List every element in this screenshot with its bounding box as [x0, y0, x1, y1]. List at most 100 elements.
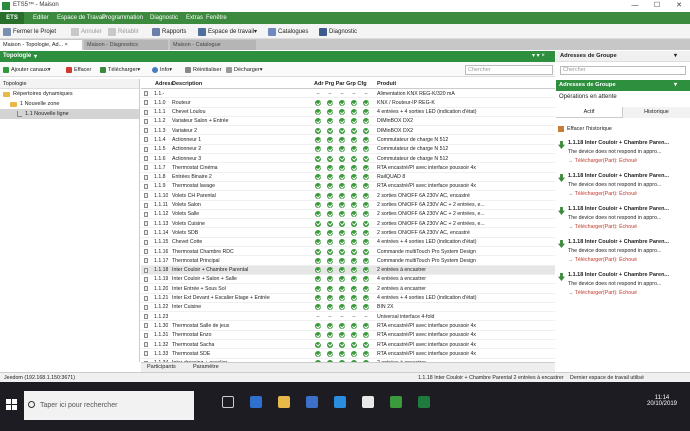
download-button[interactable]: Télécharger ▾ — [100, 65, 140, 75]
history-item[interactable]: 1.1.18 Inter Couloir + Chambre Paren... T… — [558, 206, 688, 234]
unload-button[interactable]: Décharger ▾ — [226, 65, 262, 75]
history-item[interactable]: 1.1.18 Inter Couloir + Chambre Paren... T… — [558, 140, 688, 168]
table-row[interactable]: 1.1.21 Inter Ext Devant + Escalier Etage … — [141, 294, 555, 303]
menu-extras[interactable]: Extras — [186, 12, 203, 24]
workspace-button[interactable]: Espace de travail ▾ — [198, 26, 257, 37]
group-address-title: Adresses de Groupe — [560, 53, 617, 59]
table-row[interactable]: 1.1.8 Entrées Binaire 2 RailQUAD 8 — [141, 173, 555, 182]
table-row[interactable]: 1.1.3 Variateur 2 DIMinBOX DX2 — [141, 126, 555, 136]
line-icon — [17, 111, 22, 117]
col-address[interactable]: Adress — [155, 81, 174, 87]
table-row[interactable]: 1.1.18 Inter Couloir + Chambre Parental 2 … — [141, 265, 555, 275]
table-row[interactable]: 1.1.19 Inter Couloir + Salon + Salle 4 ent… — [141, 275, 555, 285]
col-flags[interactable]: Adr Prg Par Grp Cfg — [314, 81, 367, 87]
tab-topologie[interactable]: Maison - Topologie, Ad... × — [0, 40, 82, 50]
row-product: 2 entrées à encastrer — [377, 285, 427, 292]
table-row[interactable]: 1.1.2 Variateur Salon + Entrée DIMinBOX DX… — [141, 117, 555, 127]
undo-button[interactable]: Annuler — [71, 26, 102, 37]
minimize-button[interactable]: — — [624, 0, 646, 12]
table-row[interactable]: 1.1.1 Chevet Loulou 4 entrées + 4 sorties … — [141, 108, 555, 117]
col-description[interactable]: Description — [172, 81, 202, 87]
tab-historique[interactable]: Historique — [623, 107, 690, 118]
close-window-button[interactable]: ✕ — [668, 0, 690, 12]
table-row[interactable]: 1.1.0 Routeur KNX / Routeur-IP REG-K — [141, 98, 555, 108]
diagnostic-icon — [319, 27, 327, 36]
table-row[interactable]: 1.1.31 Thermostat Enzo RTA encastré/PI ave… — [141, 331, 555, 341]
add-channels-button[interactable]: Ajouter canaux ▾ — [3, 65, 50, 75]
reset-button[interactable]: Réinitialiser — [185, 65, 221, 75]
catalogues-button[interactable]: Catalogues — [268, 26, 308, 37]
connection-status[interactable]: Jeedom (192.168.1.150:3671) — [4, 375, 75, 381]
menu-fenetre[interactable]: Fenêtre — [206, 12, 227, 24]
group-panel-menu-icon[interactable]: ▾ — [674, 53, 677, 59]
delete-button[interactable]: Effacer — [66, 65, 91, 75]
mail-icon[interactable] — [334, 396, 346, 408]
tree-node[interactable]: 1.1 Nouvelle ligne — [0, 109, 139, 119]
table-row[interactable]: 1.1.30 Thermostat Salle de jeux RTA encast… — [141, 321, 555, 331]
device-icon — [144, 351, 148, 357]
menu-editer[interactable]: Editer — [33, 12, 49, 24]
table-row[interactable]: 1.1.12 Volets Salle 2 sorties ON/OFF 6A 23… — [141, 210, 555, 220]
tab-diagnostics[interactable]: Maison - Diagnostics — [84, 40, 168, 50]
table-row[interactable]: 1.1.9 Thermostat lavage RTA encastré/PI av… — [141, 182, 555, 192]
table-row[interactable]: 1.1.4 Actionneur 1 Commutateur de charge N… — [141, 135, 555, 145]
store-icon[interactable] — [306, 396, 318, 408]
ets-menu[interactable]: ETS — [0, 12, 24, 24]
tree-nodes: Répertoires dynamiques 1 Nouvelle zone 1.1… — [0, 89, 139, 119]
table-row[interactable]: 1.1.16 Thermostat Chambre RDC Commande mul… — [141, 247, 555, 257]
tree-node[interactable]: 1 Nouvelle zone — [0, 99, 139, 109]
table-row[interactable]: 1.1.- – – – – – Alimentation KNX REG-K/320 mA — [141, 89, 555, 99]
history-item[interactable]: 1.1.18 Inter Couloir + Chambre Paren... T… — [558, 239, 688, 267]
table-row[interactable]: 1.1.15 Chevet Cotte 4 entrées + 4 sorties … — [141, 238, 555, 248]
topology-search-input[interactable]: Chercher — [465, 65, 553, 75]
menu-espace-de-travail[interactable]: Espace de Travail — [57, 12, 105, 24]
history-item[interactable]: 1.1.18 Inter Couloir + Chambre Paren... T… — [558, 173, 688, 201]
app-icon-light[interactable] — [362, 396, 374, 408]
reports-button[interactable]: Rapports — [152, 26, 186, 37]
taskbar-search-input[interactable]: Taper ici pour rechercher — [24, 391, 194, 420]
tree-node[interactable]: Répertoires dynamiques — [0, 89, 139, 99]
table-row[interactable]: 1.1.5 Actionneur 2 Commutateur de charge N… — [141, 145, 555, 155]
tab-catalogue[interactable]: Maison - Catalogue — [170, 40, 256, 50]
table-row[interactable]: 1.1.22 Inter Cuisine BIN 2X — [141, 303, 555, 313]
menu-diagnostic[interactable]: Diagnostic — [150, 12, 178, 24]
table-row[interactable]: 1.1.6 Actionneur 3 Commutateur de charge N… — [141, 154, 555, 164]
info-button[interactable]: Info ▾ — [152, 65, 172, 75]
col-product[interactable]: Produit — [377, 81, 396, 87]
table-row[interactable]: 1.1.11 Volets Salon 2 sorties ON/OFF 6A 23… — [141, 201, 555, 210]
taskbar-clock[interactable]: 11:14 20/10/2019 — [642, 395, 682, 407]
menu-programmation[interactable]: Programmation — [102, 12, 143, 24]
row-description: Thermostat Salle de jeux — [172, 322, 230, 329]
table-row[interactable]: 1.1.20 Inter Entrée + Sous Sol 2 entrées à… — [141, 284, 555, 294]
check-icon — [315, 229, 321, 236]
ets-taskbar-icon[interactable] — [390, 396, 402, 408]
device-icon — [144, 314, 148, 320]
clear-history-button[interactable]: Effacer l'historique — [558, 124, 612, 134]
table-row[interactable]: 1.1.23 – – – – – Universal interface 4-fold — [141, 312, 555, 322]
table-row[interactable]: 1.1.33 Thermostat SDE RTA encastré/PI avec… — [141, 349, 555, 359]
table-row[interactable]: 1.1.13 Volets Cuisine 2 sorties ON/OFF 6A … — [141, 219, 555, 229]
task-view-icon[interactable] — [222, 396, 234, 408]
redo-button[interactable]: Rétablir — [108, 26, 139, 37]
table-row[interactable]: 1.1.10 Volets CH Parental 2 sorties ON/OFF… — [141, 191, 555, 201]
panel-controls[interactable]: ▾ ▾ × — [532, 52, 545, 59]
diagnostic-button[interactable]: Diagnostic — [319, 26, 357, 37]
maximize-button[interactable]: ☐ — [646, 0, 668, 12]
tab-close-icon[interactable]: × — [65, 42, 68, 48]
file-explorer-icon[interactable] — [278, 396, 290, 408]
windows-start-icon[interactable] — [6, 399, 18, 411]
table-row[interactable]: 1.1.17 Thermostat Principal Commande multi… — [141, 256, 555, 266]
history-item[interactable]: 1.1.18 Inter Couloir + Chambre Paren... T… — [558, 272, 688, 300]
tab-actif[interactable]: Actif — [556, 107, 623, 118]
tab-parametre[interactable]: Paramètre — [193, 364, 219, 370]
tab-participants[interactable]: Participants — [147, 364, 176, 370]
group-address-dropdown[interactable]: Adresses de Groupe ▾ — [556, 80, 690, 91]
table-row[interactable]: 1.1.32 Thermostat Sacha RTA encastré/PI av… — [141, 340, 555, 350]
table-row[interactable]: 1.1.7 Thermostat Cinéma RTA encastré/PI av… — [141, 163, 555, 173]
panel-title-dropdown-icon[interactable]: ▾ — [34, 53, 37, 60]
group-address-search-input[interactable]: Chercher — [560, 66, 686, 75]
table-row[interactable]: 1.1.14 Volets SDB 2 sorties ON/OFF 6A 230V… — [141, 228, 555, 238]
edge-browser-icon[interactable] — [250, 396, 262, 408]
excel-icon[interactable] — [418, 396, 430, 408]
close-project-button[interactable]: Fermer le Projet — [3, 26, 56, 37]
